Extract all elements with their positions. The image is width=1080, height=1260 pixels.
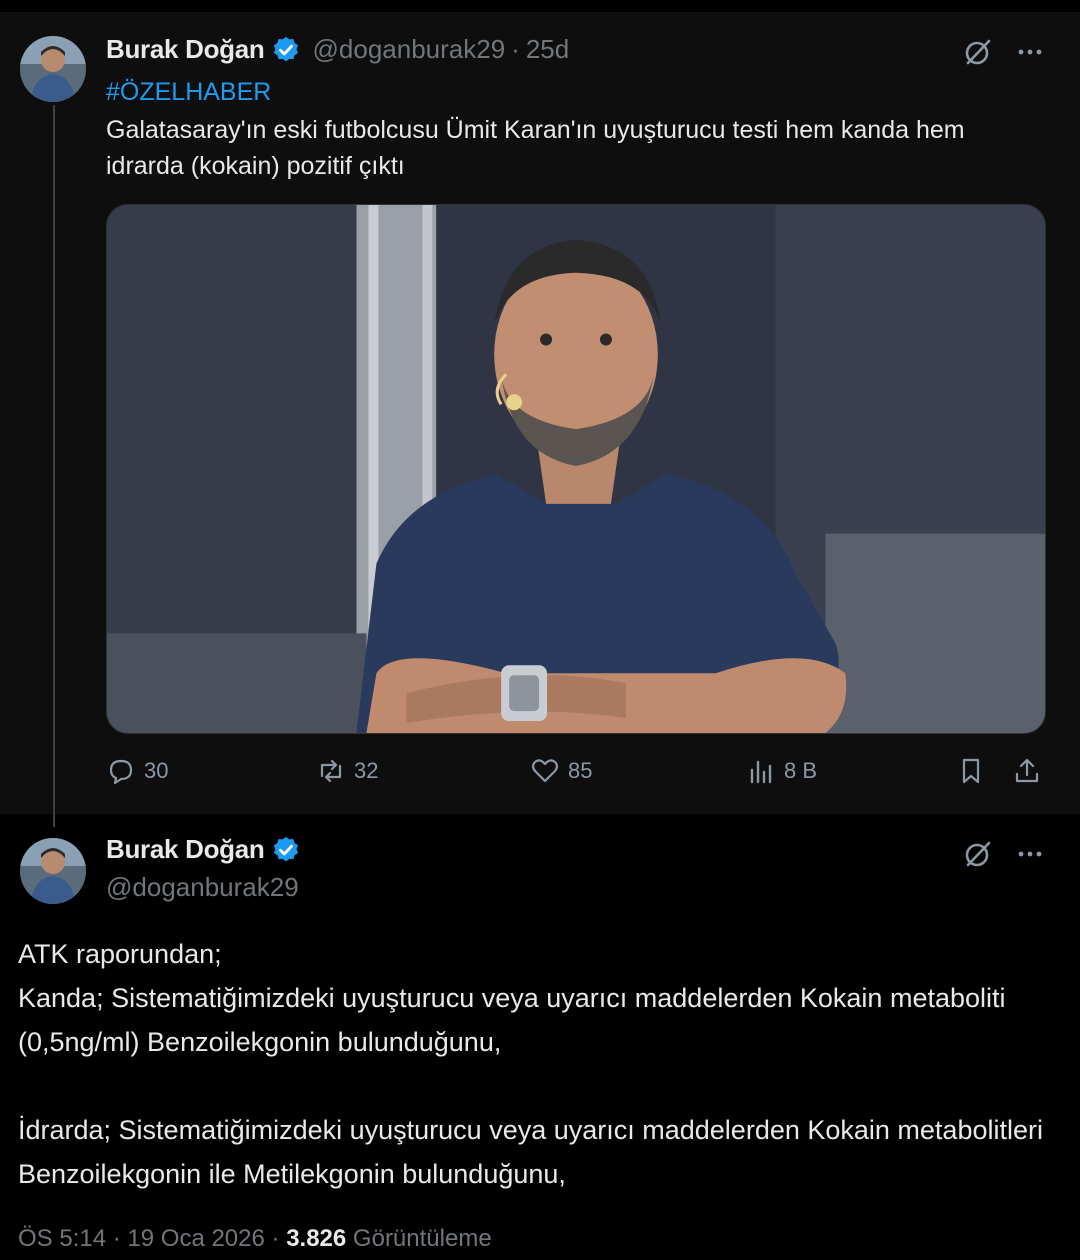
tweet1-actions: 30 32 85 8 B [106, 756, 1046, 792]
tweet-time[interactable]: ÖS 5:14 [18, 1225, 106, 1252]
separator: · [271, 1225, 280, 1252]
paragraph: İdrarda; Sistematiğimizdeki uyuşturucu v… [18, 1115, 1043, 1189]
bookmark-icon [962, 758, 980, 784]
tweet1-text: Galatasaray'ın eski futbolcusu Ümit Kara… [106, 116, 965, 180]
tweet2-top-icons [962, 838, 1044, 870]
verified-badge-icon[interactable] [271, 835, 301, 865]
more-icon[interactable] [1016, 38, 1044, 66]
views-icon [750, 760, 772, 784]
avatar[interactable] [20, 36, 86, 102]
share-button[interactable] [1012, 756, 1042, 786]
separator: · [112, 1225, 121, 1252]
author-name[interactable]: Burak Doğan [106, 34, 265, 65]
author-name[interactable]: Burak Doğan [106, 834, 265, 865]
tweet-date[interactable]: 19 Oca 2026 [127, 1225, 264, 1252]
more-icon[interactable] [1016, 840, 1044, 868]
views-button[interactable]: 8 B [746, 756, 817, 786]
repost-icon [320, 759, 342, 783]
author-handle[interactable]: @doganburak29 [106, 872, 299, 903]
grok-icon[interactable] [962, 838, 994, 870]
paragraph: ATK raporundan; [18, 939, 222, 969]
repost-button[interactable]: 32 [316, 756, 378, 786]
separator: · [511, 34, 520, 64]
like-icon [531, 759, 559, 783]
tweet-meta: ÖS 5:14 · 19 Oca 2026 · 3.826 Görüntülem… [18, 1225, 492, 1253]
grok-icon[interactable] [962, 36, 994, 68]
hashtag-link[interactable]: #ÖZELHABER [106, 78, 271, 107]
repost-count: 32 [354, 758, 379, 783]
tweet2-text: ATK raporundan; Kanda; Sistematiğimizdek… [18, 932, 1063, 1196]
reply-count: 30 [144, 758, 169, 783]
tweet-media-photo[interactable] [106, 204, 1046, 734]
like-count: 85 [568, 758, 593, 783]
share-icon [1015, 758, 1039, 783]
tweet2-header: Burak Doğan [106, 834, 301, 865]
bookmark-button[interactable] [956, 756, 986, 786]
tweet1-top-icons [962, 36, 1044, 68]
views-label: Görüntüleme [352, 1225, 492, 1252]
like-button[interactable]: 85 [530, 756, 592, 786]
tweet1-header: Burak Doğan @doganburak29 · 25d [106, 34, 569, 65]
reply-button[interactable]: 30 [106, 756, 168, 786]
reply-icon [109, 759, 133, 785]
paragraph: Kanda; Sistematiğimizdeki uyuşturucu vey… [18, 983, 1006, 1057]
views-count: 8 B [784, 758, 818, 783]
thread-connector [53, 105, 55, 827]
tweet-age[interactable]: 25d [526, 34, 569, 65]
verified-badge-icon[interactable] [271, 35, 301, 65]
views-count: 3.826 [286, 1225, 347, 1252]
author-handle[interactable]: @doganburak29 [313, 34, 506, 65]
avatar[interactable] [20, 838, 86, 904]
